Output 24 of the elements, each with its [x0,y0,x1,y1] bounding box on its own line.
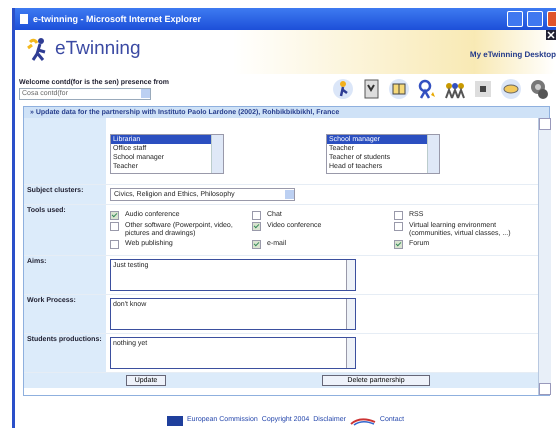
desktop-link[interactable]: My eTwinning Desktop [470,50,556,59]
close-icon[interactable] [546,30,556,40]
checkbox[interactable] [252,211,261,220]
checkbox[interactable] [394,211,403,220]
close-button[interactable] [547,11,556,27]
checkbox[interactable] [394,240,403,249]
person-icon[interactable] [332,78,354,100]
swoosh-logo-icon [350,416,376,426]
page-icon [19,13,29,25]
flag-icon [166,416,183,426]
maximize-button[interactable] [527,11,543,27]
checkbox[interactable] [252,222,261,231]
checkbox[interactable] [110,222,119,231]
window-title: e-twinning - Microsoft Internet Explorer [33,14,202,24]
chat-icon[interactable] [500,78,522,100]
scrollbar[interactable] [538,118,551,395]
checkbox[interactable] [394,222,403,231]
minimize-button[interactable] [507,11,523,27]
checkbox[interactable] [110,240,119,249]
gear-icon[interactable] [528,78,550,100]
book-icon[interactable] [388,78,410,100]
checkbox[interactable] [110,211,119,220]
checkbox[interactable] [252,240,261,249]
logo-text: eTwinning [55,38,141,60]
